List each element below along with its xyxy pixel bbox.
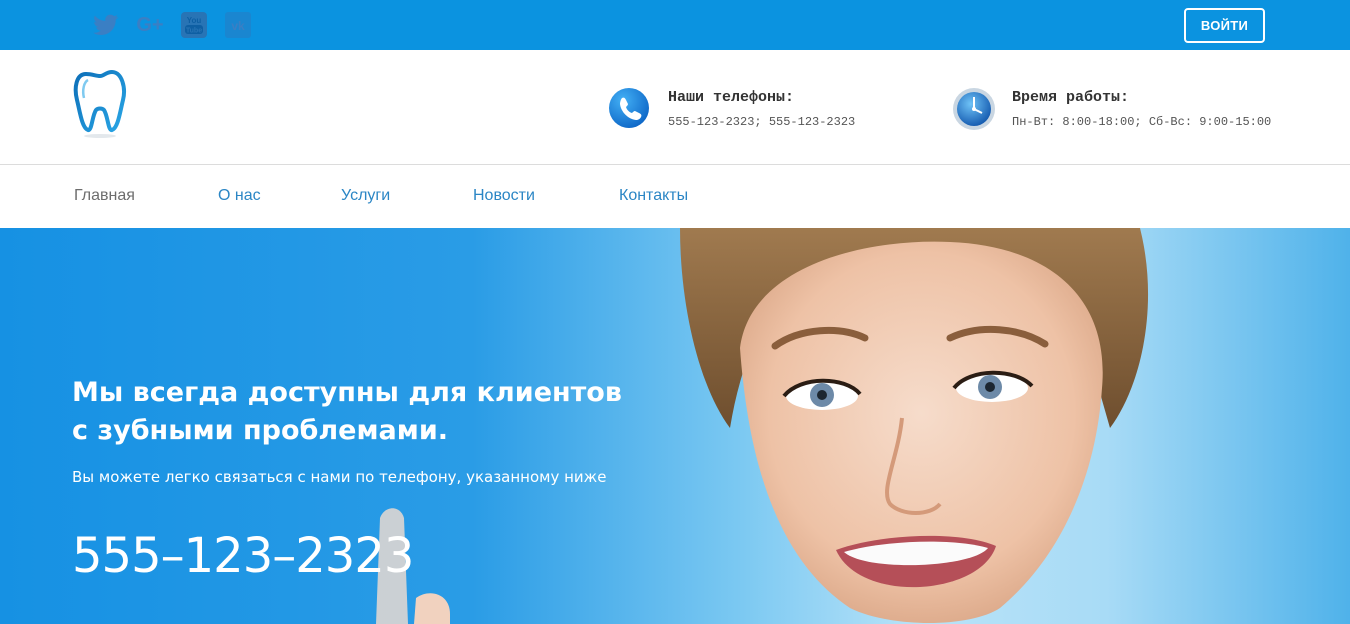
hero-title: Мы всегда доступны для клиентов с зубным… (72, 374, 632, 450)
phone-icon (608, 87, 650, 129)
login-button[interactable]: ВОЙТИ (1184, 8, 1265, 43)
phones-title: Наши телефоны: (668, 89, 795, 106)
hours-info: Время работы: Пн-Вт: 8:00-18:00; Сб-Вс: … (952, 85, 1272, 130)
hours-value: Пн-Вт: 8:00-18:00; Сб-Вс: 9:00-15:00 (1012, 115, 1272, 129)
vk-icon[interactable]: vk (216, 9, 260, 41)
smiling-woman-image (680, 228, 1149, 623)
tooth-logo-icon[interactable] (72, 68, 128, 140)
hero-title-line2: с зубными проблемами. (72, 415, 449, 446)
hours-title: Время работы: (1012, 89, 1130, 106)
hero-banner: Мы всегда доступны для клиентов с зубным… (0, 228, 1350, 624)
nav-item-about[interactable]: О нас (218, 187, 261, 205)
phones-value: 555-123-2323; 555-123-2323 (668, 115, 856, 129)
svg-text:vk: vk (231, 19, 245, 33)
svg-text:Tube: Tube (186, 28, 202, 35)
social-links: G+ You Tube vk (84, 9, 260, 41)
nav-item-contacts[interactable]: Контакты (619, 187, 688, 205)
hero-subtitle: Вы можете легко связаться с нами по теле… (72, 468, 607, 486)
svg-text:You: You (187, 16, 202, 25)
google-plus-label: G+ (136, 13, 164, 36)
clock-icon (952, 87, 995, 130)
youtube-icon[interactable]: You Tube (172, 9, 216, 41)
top-bar: G+ You Tube vk ВОЙТИ (0, 0, 1350, 50)
phones-info: Наши телефоны: 555-123-2323; 555-123-232… (608, 85, 855, 129)
nav-item-news[interactable]: Новости (473, 187, 535, 205)
hero-title-line1: Мы всегда доступны для клиентов (72, 377, 622, 408)
header: Наши телефоны: 555-123-2323; 555-123-232… (0, 50, 1350, 165)
google-plus-icon[interactable]: G+ (128, 9, 172, 41)
twitter-icon[interactable] (84, 9, 128, 41)
nav-item-home[interactable]: Главная (74, 187, 135, 205)
main-nav: Главная О нас Услуги Новости Контакты (0, 166, 1350, 228)
hero-phone[interactable]: 555–123–2323 (72, 528, 414, 584)
nav-item-services[interactable]: Услуги (341, 187, 390, 205)
